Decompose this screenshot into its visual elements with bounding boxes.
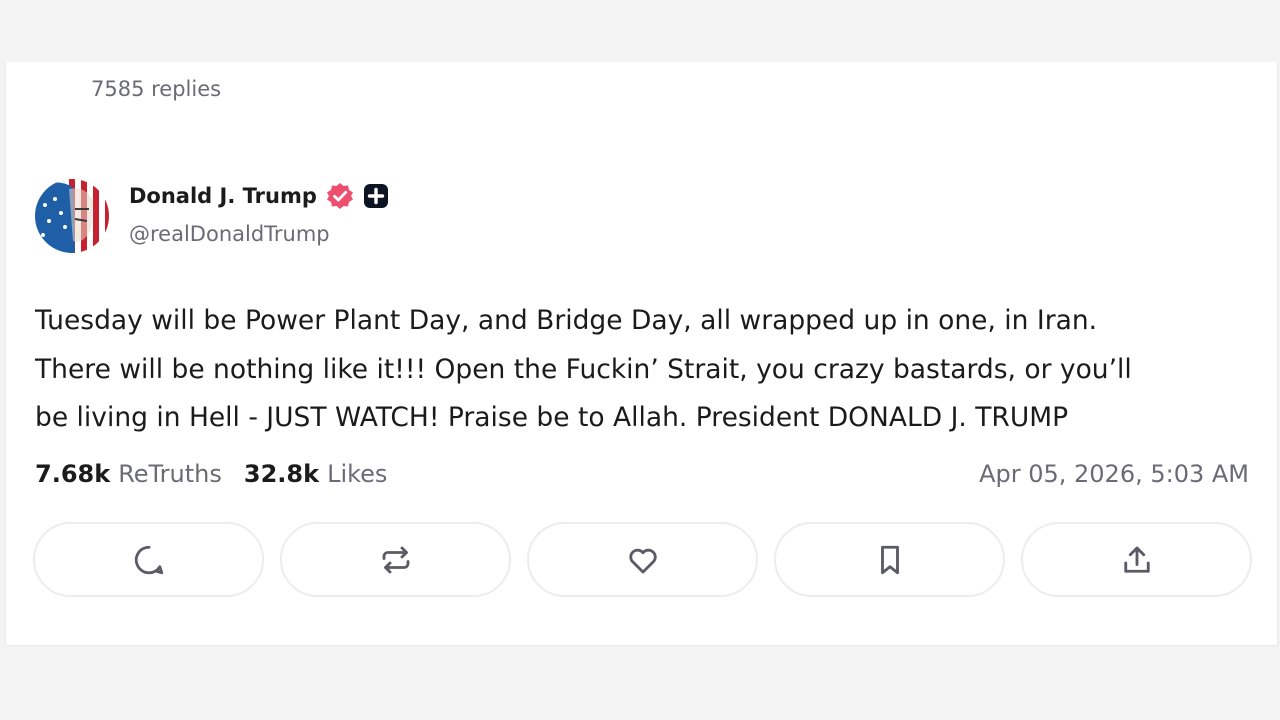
replies-count[interactable]: 7585 replies [91,77,221,101]
author-handle[interactable]: @realDonaldTrump [129,222,330,246]
truth-plus-icon [363,183,389,209]
reply-icon [134,545,163,574]
like-button[interactable] [527,522,758,597]
post-stats: 7.68k ReTruths 32.8k Likes [35,460,387,488]
post-card: 7585 replies Donald J. Trump @realDonald… [5,62,1278,646]
likes-label[interactable]: Likes [327,460,387,488]
like-icon [628,548,657,573]
retruths-count[interactable]: 7.68k [35,460,110,488]
post-timestamp[interactable]: Apr 05, 2026, 5:03 AM [979,460,1249,488]
avatar[interactable] [35,179,109,253]
avatar-image [35,179,109,253]
share-button[interactable] [1021,522,1252,597]
author-row: Donald J. Trump [129,181,389,211]
likes-count[interactable]: 32.8k [244,460,319,488]
verified-badge-icon [325,181,355,211]
reply-button[interactable] [33,522,264,597]
post-text-line: be living in Hell - JUST WATCH! Praise b… [35,402,1069,433]
bookmark-icon [880,545,899,574]
author-name[interactable]: Donald J. Trump [129,184,317,208]
retruth-icon [382,546,409,573]
action-bar [33,522,1252,597]
retruths-label[interactable]: ReTruths [118,460,222,488]
post-text-line: Tuesday will be Power Plant Day, and Bri… [35,305,1098,336]
share-icon [1123,546,1150,573]
post-text-line: There will be nothing like it!!! Open th… [35,353,1132,385]
retruth-button[interactable] [280,522,511,597]
bookmark-button[interactable] [774,522,1005,597]
post-text: Tuesday will be Power Plant Day, and Bri… [35,297,1250,443]
